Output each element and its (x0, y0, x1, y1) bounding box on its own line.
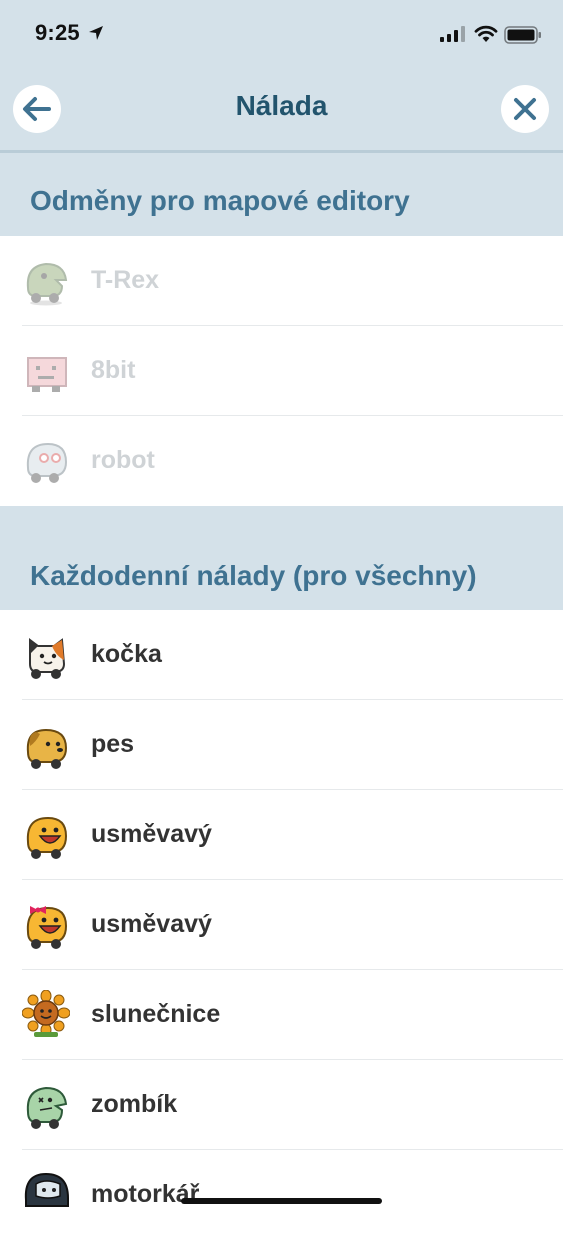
home-indicator[interactable] (181, 1198, 382, 1204)
section-title: Odměny pro mapové editory (30, 185, 410, 216)
smiley-bow-mood-icon (26, 906, 68, 949)
page-title: Nálada (235, 90, 328, 121)
mood-item-robot[interactable]: robot (0, 416, 563, 506)
mood-item-sunflower[interactable]: slunečnice (0, 970, 563, 1060)
dog-mood-icon (26, 728, 68, 769)
mood-item-zombie[interactable]: zombík (0, 1060, 563, 1150)
mood-item-label: pes (91, 730, 135, 758)
trex-mood-icon (26, 262, 68, 306)
mood-item-label: slunečnice (91, 1000, 221, 1028)
mood-item-biker[interactable]: motorkář (0, 1150, 563, 1240)
status-time: 9:25 (35, 20, 80, 45)
zombie-mood-icon (26, 1086, 68, 1129)
cat-mood-icon (29, 638, 66, 679)
mood-item-smiley[interactable]: usměvavý (0, 790, 563, 880)
biker-mood-icon (24, 1172, 69, 1207)
section-title: Každodenní nálady (pro všechny) (30, 560, 477, 591)
mood-item-label: kočka (91, 640, 162, 668)
sunflower-mood-icon (22, 990, 70, 1037)
mood-item-label: usměvavý (91, 820, 212, 848)
cellular-signal-icon (440, 26, 465, 42)
mood-item-cat[interactable]: kočka (0, 610, 563, 700)
mood-item-label: zombík (91, 1090, 178, 1118)
wifi-icon (474, 25, 498, 42)
top-bar: 9:25 Nálada (0, 0, 563, 150)
section-header-everyday-moods: Každodenní nálady (pro všechny) (0, 506, 563, 610)
mood-item-label: T-Rex (91, 266, 160, 294)
close-button[interactable] (501, 85, 549, 133)
smiley-mood-icon (26, 816, 68, 859)
close-icon (514, 98, 536, 120)
mood-item-8bit[interactable]: 8bit (0, 326, 563, 416)
robot-mood-icon (26, 442, 68, 483)
mood-item-trex[interactable]: T-Rex (0, 236, 563, 326)
section-header-editor-rewards: Odměny pro mapové editory (0, 153, 563, 236)
mood-item-label: motorkář (91, 1180, 200, 1208)
mood-item-label: robot (91, 446, 155, 474)
mood-item-dog[interactable]: pes (0, 700, 563, 790)
mood-item-label: 8bit (91, 356, 136, 384)
mood-item-smiley-bow[interactable]: usměvavý (0, 880, 563, 970)
location-arrow-icon (89, 26, 103, 40)
battery-icon (504, 26, 541, 44)
status-bar: 9:25 (0, 0, 563, 64)
8bit-mood-icon (27, 357, 67, 392)
mood-item-label: usměvavý (91, 910, 212, 938)
